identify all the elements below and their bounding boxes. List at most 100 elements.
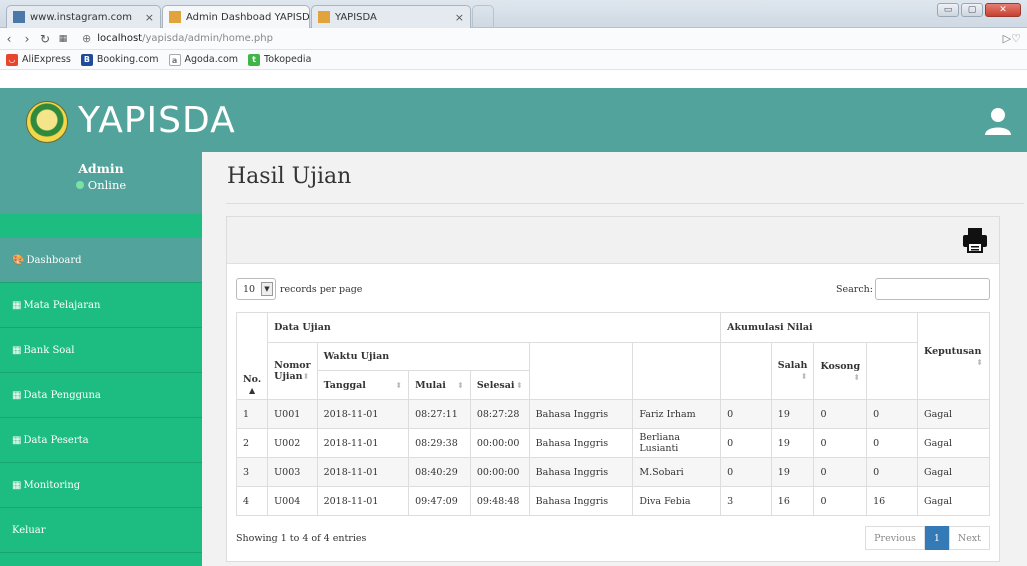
cell-mulai: 08:29:38: [408, 428, 471, 458]
cell-kosong: 0: [813, 428, 868, 458]
group-akumulasi-nilai: Akumulasi Nilai: [720, 312, 919, 343]
results-table-body: 1 U001 2018-11-01 08:27:11 08:27:28 Bahasa In…: [235, 399, 990, 516]
back-icon[interactable]: ‹: [0, 32, 18, 46]
reload-icon[interactable]: ↻: [36, 32, 54, 46]
sidebar-item-label: Keluar: [12, 524, 46, 536]
sidebar-item-data-pengguna[interactable]: ▦ Data Pengguna: [0, 373, 202, 418]
bookmark-booking[interactable]: B Booking.com: [80, 53, 159, 66]
new-tab-button[interactable]: [472, 5, 494, 28]
table-icon: ▦: [12, 434, 22, 446]
cell-keputusan: Gagal: [917, 399, 990, 429]
col-keputusan[interactable]: Keputusan ⬍: [917, 312, 990, 400]
print-icon[interactable]: [961, 226, 989, 254]
cell-peserta: Fariz Irham: [632, 399, 722, 429]
sort-icon: ⬍: [853, 371, 861, 382]
browser-tab-instagram[interactable]: www.instagram.com ×: [6, 5, 161, 28]
bookmark-label: Tokopedia: [264, 54, 312, 65]
browser-tab-yapisda[interactable]: YAPISDA ×: [311, 5, 471, 28]
sort-icon: ⬍: [800, 371, 808, 381]
col-no[interactable]: No. ▲: [235, 312, 269, 400]
search-input[interactable]: [875, 278, 990, 300]
sidebar-item-mata-pelajaran[interactable]: ▦ Mata Pelajaran: [0, 283, 202, 328]
url-path: /yapisda/admin/home.php: [142, 33, 273, 44]
sidebar-item-monitoring[interactable]: ▦ Monitoring: [0, 463, 202, 508]
dashboard-icon: 🎨: [12, 254, 25, 266]
sidebar-item-dashboard[interactable]: 🎨 Dashboard: [0, 238, 202, 283]
col-spacer-peserta: [632, 342, 722, 400]
sidebar-item-label: Data Peserta: [23, 434, 89, 446]
col-salah[interactable]: Salah ⬍: [770, 342, 815, 400]
cell-mapel: Bahasa Inggris: [528, 457, 634, 487]
cell-nomor-ujian: U004: [267, 486, 318, 516]
main-content: Hasil Ujian 10 ▼ records per page Search…: [202, 152, 1027, 566]
cell-no: 1: [235, 399, 269, 429]
user-icon[interactable]: [983, 106, 1013, 136]
maximize-icon[interactable]: ▢: [961, 3, 983, 17]
page-1-button[interactable]: 1: [924, 526, 949, 550]
app-favicon-icon: [169, 11, 181, 23]
table-icon: ▦: [12, 344, 22, 356]
title-divider: [226, 203, 1024, 204]
col-tanggal[interactable]: Tanggal ⬍: [316, 370, 410, 400]
records-per-page-select[interactable]: 10 ▼: [236, 278, 276, 300]
results-panel: 10 ▼ records per page Search: No. ▲ Data…: [226, 216, 1000, 562]
cell-nomor-ujian: U001: [267, 399, 318, 429]
col-ujian-label: Ujian: [274, 371, 303, 382]
url-field[interactable]: ⊕ localhost/yapisda/admin/home.php: [82, 32, 273, 45]
forward-icon[interactable]: ›: [18, 32, 36, 46]
col-nomor-label: Nomor: [274, 360, 311, 371]
tokopedia-icon: t: [248, 53, 261, 66]
bookmark-aliexpress[interactable]: ◡ AliExpress: [6, 53, 71, 66]
booking-icon: B: [80, 53, 93, 66]
cell-keputusan: Gagal: [917, 457, 990, 487]
col-kosong[interactable]: Kosong ⬍: [813, 342, 868, 400]
cell-mulai: 08:40:29: [408, 457, 471, 487]
cell-mulai: 08:27:11: [408, 399, 471, 429]
bookmark-agoda[interactable]: a Agoda.com: [168, 53, 238, 66]
next-page-button[interactable]: Next: [948, 526, 990, 550]
page-favicon-icon: [13, 11, 25, 23]
search-control: Search:: [836, 278, 990, 300]
window-close-icon[interactable]: ✕: [985, 3, 1021, 17]
col-mulai[interactable]: Mulai ⬍: [408, 370, 471, 400]
cell-salah: 19: [770, 399, 815, 429]
table-icon: ▦: [12, 299, 22, 311]
tab-label: Admin Dashboad YAPISDA: [186, 11, 310, 23]
browser-tab-bar: www.instagram.com × Admin Dashboad YAPIS…: [0, 0, 1027, 28]
col-selesai[interactable]: Selesai ⬍: [469, 370, 530, 400]
sidebar-item-keluar[interactable]: Keluar: [0, 508, 202, 553]
sidebar-item-bank-soal[interactable]: ▦ Bank Soal: [0, 328, 202, 373]
close-tab-icon[interactable]: ×: [449, 11, 464, 24]
cell-benar: 0: [720, 399, 772, 429]
admin-name: Admin: [78, 161, 124, 176]
col-nomor-ujian[interactable]: Nomor Ujian⬍: [267, 342, 318, 400]
results-table: No. ▲ Data Ujian Akumulasi Nilai Keputus…: [235, 312, 990, 516]
cell-keputusan: Gagal: [917, 428, 990, 458]
col-spacer-mapel: [528, 342, 634, 400]
col-spacer-benar: [720, 342, 772, 400]
cell-nomor-ujian: U003: [267, 457, 318, 487]
col-kosong-label: Kosong: [820, 360, 861, 372]
panel-heading: [227, 217, 999, 264]
chevron-down-icon[interactable]: ▼: [261, 282, 273, 296]
minimize-icon[interactable]: ▭: [937, 3, 959, 17]
sort-icon: ⬍: [976, 356, 983, 367]
status-label: Online: [87, 178, 127, 192]
brand-title[interactable]: YAPISDA: [78, 100, 236, 141]
bookmark-star-icon[interactable]: ▷♡: [1003, 32, 1021, 45]
yapisda-logo: [26, 101, 68, 143]
previous-page-button[interactable]: Previous: [865, 526, 925, 550]
length-control: 10 ▼ records per page: [236, 278, 362, 300]
group-waktu-ujian: Waktu Ujian: [316, 342, 530, 371]
close-tab-icon[interactable]: ×: [139, 11, 154, 24]
bookmark-tokopedia[interactable]: t Tokopedia: [248, 53, 312, 66]
cell-nilai: 0: [866, 399, 919, 429]
col-no-label: No.: [243, 374, 262, 385]
cell-no: 4: [235, 486, 269, 516]
sort-icon: ⬍: [515, 379, 523, 390]
sidebar-item-label: Bank Soal: [23, 344, 75, 356]
apps-grid-icon[interactable]: ▦: [54, 34, 72, 44]
sidebar-item-data-peserta[interactable]: ▦ Data Peserta: [0, 418, 202, 463]
cell-selesai: 08:27:28: [469, 399, 530, 429]
browser-tab-admin[interactable]: Admin Dashboad YAPISDA ×: [162, 5, 310, 28]
